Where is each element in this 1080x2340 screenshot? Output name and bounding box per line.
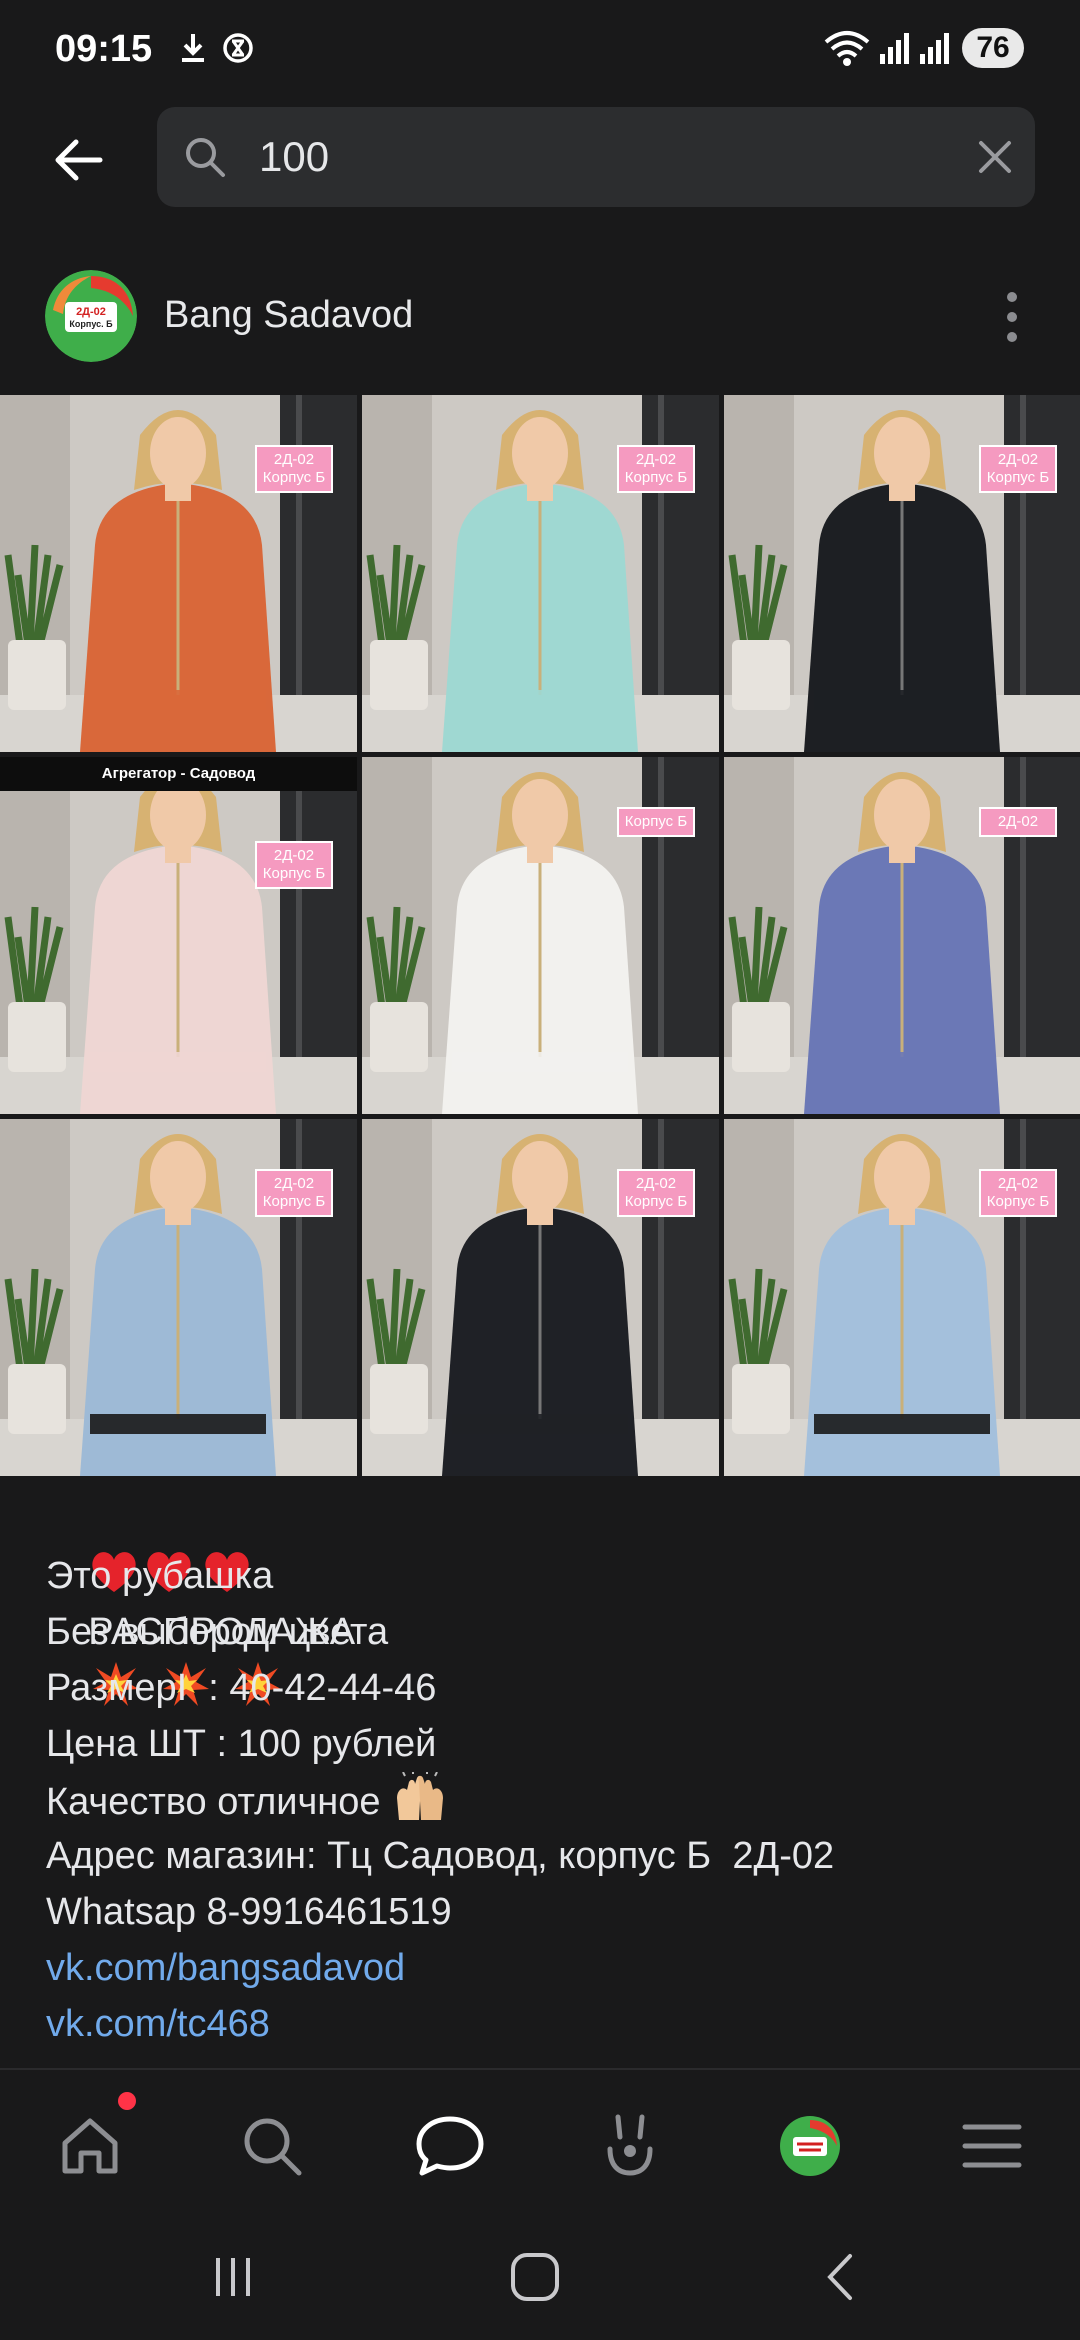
photo-grid: 2Д-02 Корпус Б 2Д-02 Корпус Б 2Д-02 Корпус… xyxy=(0,395,1080,1476)
author-name[interactable]: Bang Sadavod xyxy=(164,294,413,337)
post-photo[interactable]: 2Д-02 Корпус Б xyxy=(724,395,1080,752)
status-bar: 09:15 76 xyxy=(0,0,1080,100)
photo-tag: 2Д-02 Корпус Б xyxy=(255,445,333,493)
signal-icon xyxy=(920,33,949,64)
system-back-button[interactable] xyxy=(805,2242,875,2312)
author-avatar[interactable]: 2Д-02 Корпус. Б xyxy=(45,270,137,362)
system-navigation-bar xyxy=(0,2210,1080,2340)
post-line: Цена ШТ : 100 рублей xyxy=(46,1723,437,1765)
post-line: Без выбором цвета xyxy=(46,1611,389,1653)
chevron-left-icon xyxy=(827,2254,852,2300)
post-photo[interactable]: 2Д-02 Корпус Б xyxy=(724,1119,1080,1476)
avatar-label: 2Д-02 xyxy=(76,306,106,318)
home-notification-badge xyxy=(118,2092,136,2110)
post-photo[interactable]: 2Д-02 Корпус Б xyxy=(362,395,719,752)
avatar-label: Корпус. Б xyxy=(69,319,113,329)
photo-tag: 2Д-02 Корпус Б xyxy=(617,445,695,493)
recent-apps-button[interactable] xyxy=(198,2242,268,2312)
more-options-icon[interactable] xyxy=(990,285,1034,349)
profile-avatar xyxy=(780,2116,840,2176)
photo-tag: 2Д-02 Корпус Б xyxy=(255,841,333,889)
tab-home[interactable] xyxy=(50,2106,130,2186)
battery-indicator: 76 xyxy=(962,28,1024,68)
home-button[interactable] xyxy=(500,2242,570,2312)
post-text: РАСПРОДАЖА Это рубашка Без выбором цвета… xyxy=(46,1492,1046,2052)
post-photo[interactable]: Корпус Б xyxy=(362,757,719,1114)
messages-icon xyxy=(416,2116,484,2176)
clips-icon xyxy=(607,2114,653,2176)
status-time: 09:15 xyxy=(55,28,153,70)
post-photo[interactable]: 2Д-02 Корпус Б xyxy=(0,1119,357,1476)
clear-icon[interactable] xyxy=(975,137,1015,177)
post-photo[interactable]: Агрегатор - Садовод 2Д-02 Корпус Б xyxy=(0,757,357,1114)
bottom-tab-bar xyxy=(0,2070,1080,2210)
wifi-icon xyxy=(824,31,870,66)
post-headline: РАСПРОДАЖА xyxy=(46,1492,1046,1706)
post-photo[interactable]: 2Д-02 Корпус Б xyxy=(0,395,357,752)
search-field[interactable]: 100 xyxy=(157,107,1035,207)
link-vk-bangsadavod[interactable]: vk.com/bangsadavod xyxy=(46,1940,1046,1996)
menu-icon xyxy=(962,2124,1022,2168)
back-button[interactable] xyxy=(38,120,118,200)
post-line: РазмерI : 40-42-44-46 xyxy=(46,1667,437,1709)
tab-clips[interactable] xyxy=(590,2106,670,2186)
home-icon xyxy=(62,2118,118,2174)
link-vk-tc468[interactable]: vk.com/tc468 xyxy=(46,1996,1046,2052)
back-arrow-icon xyxy=(55,139,103,181)
download-icon xyxy=(182,34,204,62)
search-icon xyxy=(186,138,225,177)
post-photo[interactable]: 2Д-02 Корпус Б xyxy=(362,1119,719,1476)
photo-tag: 2Д-02 Корпус Б xyxy=(979,1169,1057,1217)
photo-tag: 2Д-02 xyxy=(979,807,1057,837)
photo-tag: 2Д-02 Корпус Б xyxy=(255,1169,333,1217)
tab-menu[interactable] xyxy=(952,2106,1032,2186)
search-input[interactable]: 100 xyxy=(259,133,329,181)
tab-messages[interactable] xyxy=(410,2106,490,2186)
photo-banner: Агрегатор - Садовод xyxy=(0,757,357,791)
recent-apps-icon xyxy=(216,2258,250,2296)
data-saver-icon xyxy=(223,33,253,63)
tab-search[interactable] xyxy=(232,2106,312,2186)
post-line: Адрес магазин: Тц Садовод, корпус Б 2Д-0… xyxy=(46,1835,835,1877)
photo-tag: Корпус Б xyxy=(617,807,695,837)
photo-tag: 2Д-02 Корпус Б xyxy=(617,1169,695,1217)
post-line: Качество отличное xyxy=(46,1781,381,1823)
post-line-quality: Качество отличное xyxy=(46,1772,1046,1828)
post-line: Whatsap 8-9916461519 xyxy=(46,1891,452,1933)
photo-tag: 2Д-02 Корпус Б xyxy=(979,445,1057,493)
post-line: Это рубашка xyxy=(46,1555,274,1597)
home-square-icon xyxy=(511,2253,559,2301)
post-photo[interactable]: 2Д-02 xyxy=(724,757,1080,1114)
search-icon xyxy=(244,2118,302,2176)
raised-hands-icon xyxy=(397,1772,444,1820)
signal-icon xyxy=(880,33,909,64)
tab-profile[interactable] xyxy=(770,2106,850,2186)
